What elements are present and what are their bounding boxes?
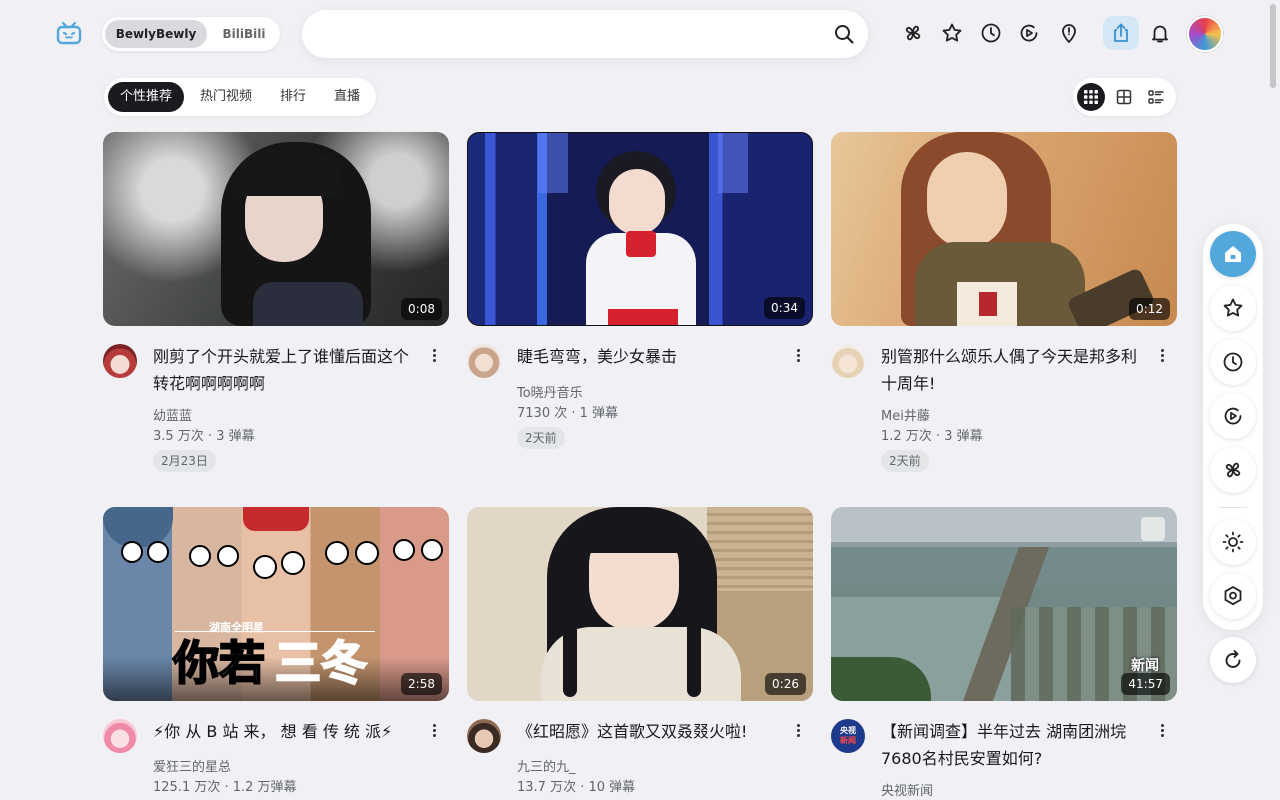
grid-dense-icon[interactable] — [1077, 83, 1105, 111]
mode-bilibili[interactable]: BiliBili — [210, 20, 278, 48]
video-card[interactable]: 新闻 41:57 央视 新闻 【新闻调查】半年过去 湖南团洲垸7680名村民安置… — [831, 507, 1177, 800]
bilibili-tv-icon[interactable] — [56, 21, 82, 45]
author-avatar[interactable] — [103, 344, 137, 378]
video-date: 2天前 — [517, 427, 565, 449]
video-title[interactable]: 《红昭愿》这首歌又双叒叕火啦! — [517, 718, 785, 745]
video-date: 2天前 — [881, 450, 929, 472]
video-stats: 125.1 万次 · 1.2 万弹幕 — [153, 776, 297, 795]
clock-icon[interactable] — [979, 21, 1003, 45]
play-circle-icon[interactable] — [1210, 393, 1256, 439]
author-avatar[interactable]: 央视 新闻 — [831, 719, 865, 753]
video-thumbnail[interactable]: 新闻 41:57 — [831, 507, 1177, 701]
video-card[interactable]: 湖南全明星 你若 三冬 2:58 ⚡你 从 B 站 来， 想 看 传 统 派⚡ … — [103, 507, 449, 800]
home-icon[interactable] — [1210, 231, 1256, 277]
video-duration: 41:57 — [1121, 673, 1170, 695]
video-thumbnail[interactable]: 湖南全明星 你若 三冬 2:58 — [103, 507, 449, 701]
video-stats: 1.2 万次 · 3 弹幕 — [881, 425, 983, 444]
thumbnail-banner: 湖南全明星 — [209, 619, 264, 635]
video-author[interactable]: 九三的九_ — [517, 756, 576, 775]
author-avatar[interactable] — [467, 344, 501, 378]
video-title[interactable]: 睫毛弯弯，美少女暴击 — [517, 343, 785, 370]
author-badge-line-2: 新闻 — [831, 736, 865, 746]
pinwheel-icon[interactable] — [901, 21, 925, 45]
mode-bewlybewly[interactable]: BewlyBewly — [105, 20, 207, 48]
author-avatar[interactable] — [831, 344, 865, 378]
tab-ranking[interactable]: 排行 — [268, 82, 318, 112]
user-avatar[interactable] — [1187, 16, 1223, 52]
video-stats: 3.5 万次 · 3 弹幕 — [153, 425, 255, 444]
list-icon[interactable] — [1142, 83, 1170, 111]
thumbnail-text-1: 你若 — [173, 635, 265, 691]
video-date: 2月23日 — [153, 450, 216, 472]
video-thumbnail[interactable]: 0:34 — [467, 132, 813, 326]
author-avatar[interactable] — [103, 719, 137, 753]
more-options-icon[interactable] — [1155, 722, 1169, 742]
search-input[interactable] — [324, 22, 824, 46]
view-mode-switch — [1073, 78, 1176, 116]
more-options-icon[interactable] — [791, 722, 805, 742]
feed-tabs: 个性推荐 热门视频 排行 直播 — [104, 78, 376, 116]
video-card[interactable]: 0:08 刚剪了个开头就爱上了谁懂后面这个转花啊啊啊啊啊 幼蓝蓝 3.5 万次 … — [103, 132, 449, 477]
settings-icon[interactable] — [1210, 573, 1256, 619]
pin-icon[interactable] — [1057, 21, 1081, 45]
tab-popular[interactable]: 热门视频 — [190, 82, 262, 112]
video-title[interactable]: 刚剪了个开头就爱上了谁懂后面这个转花啊啊啊啊啊 — [153, 343, 421, 397]
video-duration: 0:34 — [764, 297, 805, 319]
more-options-icon[interactable] — [791, 347, 805, 367]
tab-live[interactable]: 直播 — [322, 82, 372, 112]
thumbnail-text-2: 三冬 — [275, 635, 367, 691]
video-title[interactable]: 别管那什么颂乐人偶了今天是邦多利十周年! — [881, 343, 1149, 397]
video-author[interactable]: 央视新闻 — [881, 780, 933, 799]
video-card[interactable]: 0:26 《红昭愿》这首歌又双叒叕火啦! 九三的九_ 13.7 万次 · 10 … — [467, 507, 813, 800]
search-bar — [302, 10, 868, 58]
refresh-icon[interactable] — [1210, 637, 1256, 683]
video-duration: 2:58 — [401, 673, 442, 695]
video-stats: 13.7 万次 · 10 弹幕 — [517, 776, 635, 795]
star-icon[interactable] — [1210, 285, 1256, 331]
top-bar: BewlyBewly BiliBili — [0, 0, 1280, 66]
sun-icon[interactable] — [1210, 519, 1256, 565]
play-circle-icon[interactable] — [1017, 21, 1041, 45]
video-stats: 7130 次 · 1 弹幕 — [517, 402, 618, 421]
video-card[interactable]: 0:34 睫毛弯弯，美少女暴击 To晓丹音乐 7130 次 · 1 弹幕 2天前 — [467, 132, 813, 477]
grid-icon[interactable] — [1110, 83, 1138, 111]
video-card[interactable]: 0:12 别管那什么颂乐人偶了今天是邦多利十周年! Mei井藤 1.2 万次 ·… — [831, 132, 1177, 477]
clock-icon[interactable] — [1210, 339, 1256, 385]
tab-recommended[interactable]: 个性推荐 — [108, 82, 184, 112]
more-options-icon[interactable] — [427, 347, 441, 367]
video-author[interactable]: 幼蓝蓝 — [153, 405, 192, 424]
video-author[interactable]: To晓丹音乐 — [517, 382, 583, 401]
video-title[interactable]: ⚡你 从 B 站 来， 想 看 传 统 派⚡ — [153, 718, 421, 745]
star-icon[interactable] — [940, 21, 964, 45]
author-avatar[interactable] — [467, 719, 501, 753]
bell-icon[interactable] — [1148, 21, 1172, 45]
more-options-icon[interactable] — [427, 722, 441, 742]
upload-icon[interactable] — [1109, 21, 1133, 45]
video-duration: 0:26 — [765, 673, 806, 695]
video-thumbnail[interactable]: 0:26 — [467, 507, 813, 701]
more-options-icon[interactable] — [1155, 347, 1169, 367]
author-badge-line-1: 央视 — [831, 726, 865, 736]
pinwheel-icon[interactable] — [1210, 447, 1256, 493]
video-author[interactable]: Mei井藤 — [881, 405, 930, 424]
video-author[interactable]: 爱狂三的星总 — [153, 756, 231, 775]
video-duration: 0:12 — [1129, 298, 1170, 320]
video-thumbnail[interactable]: 0:12 — [831, 132, 1177, 326]
scrollbar[interactable] — [1270, 4, 1276, 88]
video-thumbnail[interactable]: 0:08 — [103, 132, 449, 326]
home-mode-switch: BewlyBewly BiliBili — [102, 17, 280, 51]
video-duration: 0:08 — [401, 298, 442, 320]
search-icon[interactable] — [832, 22, 856, 46]
thumbnail-badge: 新闻 — [1131, 655, 1159, 675]
dock-divider — [1219, 507, 1247, 508]
video-title[interactable]: 【新闻调查】半年过去 湖南团洲垸7680名村民安置如何? — [881, 718, 1149, 772]
floating-dock — [1203, 224, 1263, 630]
